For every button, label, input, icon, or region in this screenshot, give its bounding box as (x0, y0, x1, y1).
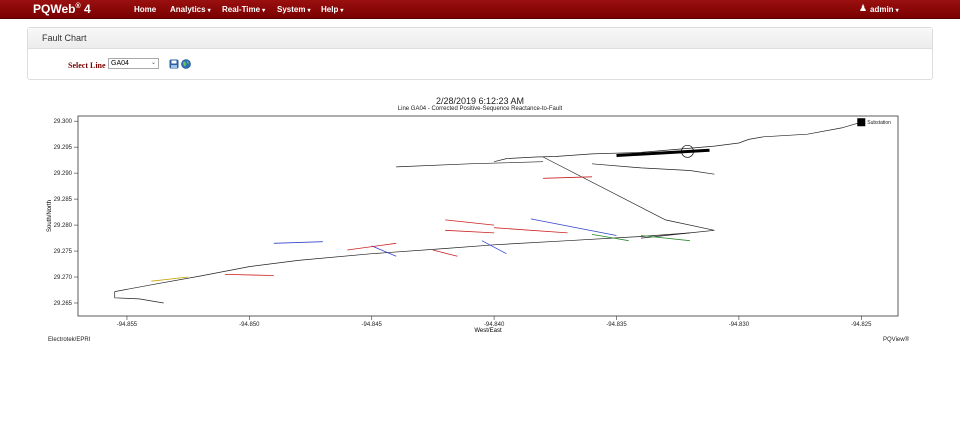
lateral-segment (224, 274, 274, 276)
lateral-segment (445, 229, 495, 234)
caret-down-icon: ▾ (895, 8, 899, 14)
y-tick-label: 29.280 (54, 223, 73, 229)
lateral-segment (151, 276, 189, 282)
brand-logo[interactable]: PQWeb® 4 (33, 2, 91, 16)
lateral-segment (347, 242, 397, 251)
nav-help[interactable]: Help ▾ (321, 5, 343, 14)
line-segment-upper-branch (396, 161, 544, 168)
y-tick-label: 29.265 (54, 301, 73, 307)
lateral-segment (432, 249, 458, 257)
y-tick-label: 29.295 (54, 145, 73, 151)
x-tick-label: -94.835 (606, 322, 627, 328)
lateral-segment (371, 245, 397, 257)
plot-area (77, 115, 899, 317)
lateral-segment (481, 240, 507, 255)
select-line-dropdown[interactable]: GA04 ⌄ (108, 58, 159, 69)
lateral-segment (273, 241, 323, 244)
lateral-segment (591, 234, 629, 242)
nav-system[interactable]: System ▾ (277, 5, 310, 14)
lateral-segment (530, 218, 617, 236)
line-segment-trunk-north (494, 121, 862, 163)
chart-subtitle: Line GA04 - Corrected Positive-Sequence … (397, 106, 563, 112)
fault-chart-panel: Fault Chart Select Line GA04 ⌄ (27, 27, 933, 80)
nav-analytics[interactable]: Analytics ▾ (170, 5, 211, 14)
save-icon[interactable] (169, 59, 179, 69)
x-tick-label: -94.850 (239, 322, 260, 328)
lateral-segment (640, 235, 690, 242)
select-line-label: Select Line (68, 61, 106, 70)
x-tick-label: -94.830 (729, 322, 750, 328)
line-segment-trunk-south (114, 232, 690, 292)
caret-down-icon: ▾ (207, 8, 211, 14)
caret-down-icon: ▾ (307, 8, 311, 14)
globe-icon[interactable] (181, 59, 191, 69)
legend-substation: Substation (867, 120, 891, 126)
panel-title: Fault Chart (28, 28, 932, 49)
lateral-segment (445, 219, 495, 226)
nav-home[interactable]: Home (134, 5, 156, 14)
lateral-segment (494, 227, 568, 234)
y-axis-label: South/North (47, 200, 53, 232)
fault-segment (616, 148, 710, 157)
line-segment-east-branch (591, 163, 715, 175)
nav-user-menu[interactable]: admin ▾ (870, 5, 899, 14)
footer-credit: Electrotek/EPRI (48, 337, 91, 343)
substation-marker (857, 118, 866, 127)
line-segment-trunk-diagonal (542, 156, 715, 239)
fault-location-circle (681, 144, 694, 158)
top-navbar: PQWeb® 4 Home Analytics ▾ Real-Time ▾ Syst… (0, 0, 960, 19)
x-tick-label: -94.840 (484, 322, 505, 328)
chevron-down-icon: ⌄ (150, 60, 156, 66)
chart-title: 2/28/2019 6:12:23 AM (435, 96, 525, 106)
y-tick-label: 29.300 (54, 119, 73, 125)
x-tick-label: -94.825 (851, 322, 872, 328)
x-tick-label: -94.845 (362, 322, 383, 328)
line-segment-west-stub (114, 291, 164, 304)
nav-real-time[interactable]: Real-Time ▾ (222, 5, 265, 14)
x-axis-label: West/East (474, 328, 502, 334)
y-tick-label: 29.290 (54, 171, 73, 177)
y-tick-label: 29.270 (54, 275, 73, 281)
lateral-segment (543, 176, 593, 179)
caret-down-icon: ▾ (340, 8, 344, 14)
y-tick-label: 29.285 (54, 197, 73, 203)
x-tick-label: -94.855 (117, 322, 138, 328)
y-tick-label: 29.275 (54, 249, 73, 255)
caret-down-icon: ▾ (262, 8, 266, 14)
footer-brand: PQView® (883, 337, 909, 343)
user-icon: ♟ (859, 3, 868, 13)
